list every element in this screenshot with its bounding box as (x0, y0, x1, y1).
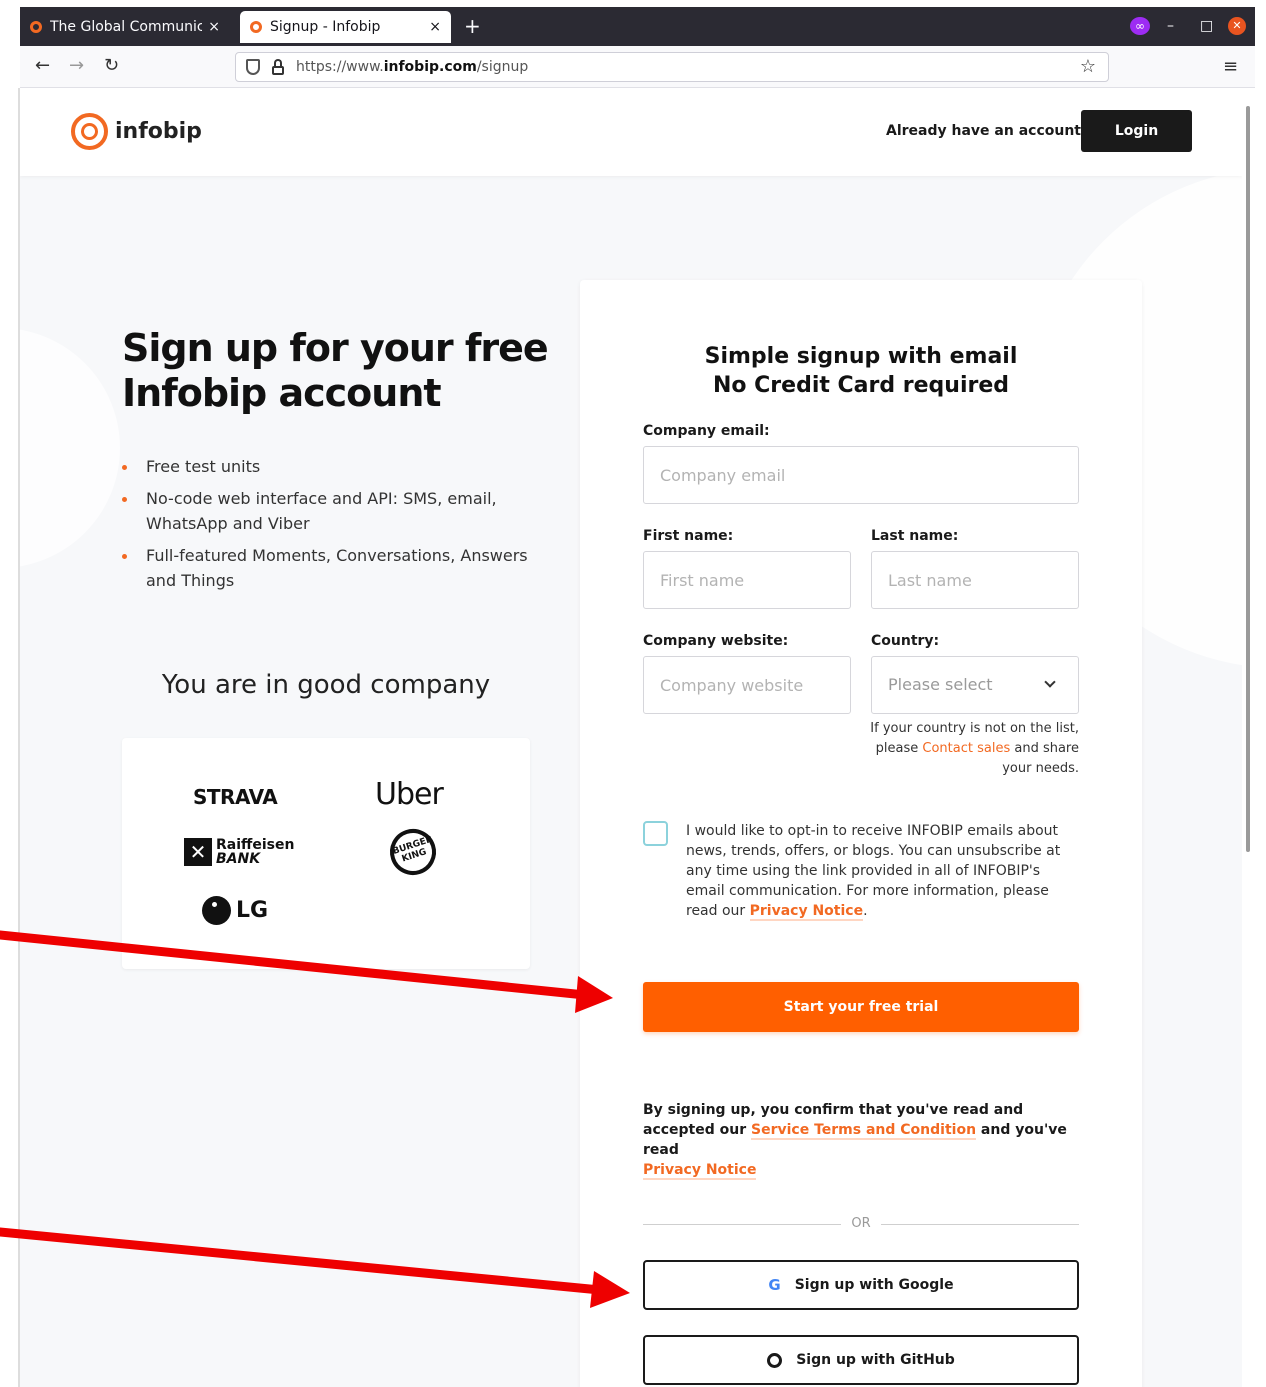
uber-logo: Uber (375, 777, 444, 812)
last-name-field[interactable] (871, 551, 1079, 609)
tab-title: The Global Communicatio (50, 19, 203, 35)
feature-item: No-code web interface and API: SMS, emai… (122, 486, 562, 536)
company-email-input[interactable] (644, 447, 1078, 503)
privacy-notice-link[interactable]: Privacy Notice (643, 1162, 757, 1180)
first-name-field[interactable] (643, 551, 851, 609)
background-shape (20, 328, 120, 568)
infobip-logo-icon (71, 113, 108, 150)
service-terms-link[interactable]: Service Terms and Condition (751, 1122, 977, 1140)
tab-signup-infobip[interactable]: Signup - Infobip × (240, 11, 451, 43)
minimize-icon[interactable]: – (1167, 17, 1174, 35)
first-name-label: First name: (643, 528, 734, 544)
company-email-label: Company email: (643, 423, 770, 439)
feature-list: Free test units No-code web interface an… (122, 454, 562, 600)
optin-checkbox[interactable] (643, 821, 668, 846)
github-signup-button[interactable]: Sign up with GitHub (643, 1335, 1079, 1385)
feature-item: Free test units (122, 454, 562, 479)
google-signup-label: Sign up with Google (794, 1277, 954, 1293)
github-icon (767, 1352, 783, 1368)
lg-logo: LG (202, 896, 268, 925)
good-company-heading: You are in good company (161, 670, 491, 700)
terms-text: By signing up, you confirm that you've r… (643, 1102, 1067, 1180)
feature-item: Full-featured Moments, Conversations, An… (122, 543, 562, 593)
github-signup-label: Sign up with GitHub (796, 1352, 955, 1368)
forward-arrow-icon[interactable]: → (69, 56, 84, 76)
url-bar[interactable]: https://www.infobip.com/signup ☆ (235, 52, 1109, 82)
browser-nav-bar: ← → ↻ https://www.infobip.com/signup ☆ ≡ (20, 46, 1255, 88)
customer-logos: STRAVA Uber ✕ Raiffeisen BANK BURGER KING… (122, 738, 530, 969)
have-account-text: Already have an account? (886, 123, 1090, 139)
lg-face-icon (202, 896, 231, 925)
contact-sales-link[interactable]: Contact sales (922, 741, 1010, 756)
company-website-input[interactable] (644, 657, 850, 713)
google-signup-button[interactable]: G Sign up with Google (643, 1260, 1079, 1310)
infobip-favicon-icon (250, 21, 262, 33)
start-free-trial-button[interactable]: Start your free trial (643, 982, 1079, 1032)
raiffeisen-cross-icon: ✕ (184, 838, 212, 866)
site-header: infobip Already have an account? Login (20, 88, 1242, 176)
company-website-field[interactable] (643, 656, 851, 714)
strava-logo: STRAVA (193, 785, 278, 809)
infobip-logo[interactable]: infobip (71, 113, 202, 150)
back-arrow-icon[interactable]: ← (35, 56, 50, 76)
hamburger-menu-icon[interactable]: ≡ (1223, 56, 1238, 77)
tab-global-communications[interactable]: The Global Communicatio × (20, 11, 230, 43)
reload-icon[interactable]: ↻ (104, 56, 119, 76)
browser-tab-bar: The Global Communicatio × Signup - Infob… (20, 7, 1255, 46)
private-mask-icon[interactable]: ∞ (1130, 17, 1150, 35)
google-icon: G (768, 1276, 781, 1294)
logo-text: infobip (115, 119, 202, 144)
hero-title: Sign up for your free Infobip account (122, 326, 549, 415)
first-name-input[interactable] (644, 552, 850, 608)
infobip-favicon-icon (30, 21, 42, 33)
tab-close-icon[interactable]: × (429, 19, 441, 35)
privacy-notice-link[interactable]: Privacy Notice (749, 903, 864, 921)
burger-king-logo: BURGER KING (384, 823, 442, 881)
login-button[interactable]: Login (1081, 110, 1192, 152)
page: infobip Already have an account? Login S… (20, 88, 1242, 1387)
optin-text: I would like to opt-in to receive INFOBI… (686, 823, 1061, 921)
country-label: Country: (871, 633, 940, 649)
company-email-field[interactable] (643, 446, 1079, 504)
company-website-label: Company website: (643, 633, 789, 649)
last-name-input[interactable] (872, 552, 1078, 608)
signup-form-card: Simple signup with email No Credit Card … (580, 280, 1142, 1387)
form-title: Simple signup with email No Credit Card … (704, 344, 1018, 398)
url-text[interactable]: https://www.infobip.com/signup (296, 59, 528, 76)
country-select-value: Please select (888, 675, 993, 694)
scrollbar-thumb[interactable] (1246, 106, 1250, 852)
window-close-icon[interactable]: ✕ (1228, 17, 1246, 35)
maximize-icon[interactable]: □ (1200, 17, 1213, 35)
tab-close-icon[interactable]: × (208, 19, 220, 35)
chevron-down-icon (1044, 676, 1056, 688)
last-name-label: Last name: (871, 528, 959, 544)
lock-icon[interactable] (272, 59, 284, 75)
new-tab-button[interactable]: + (464, 15, 481, 37)
shield-icon[interactable] (246, 59, 260, 75)
country-select[interactable]: Please select (871, 656, 1079, 714)
tab-title: Signup - Infobip (270, 19, 381, 35)
country-note: If your country is not on the list, plea… (870, 721, 1079, 776)
or-divider: OR (643, 1214, 1079, 1234)
raiffeisen-logo: ✕ Raiffeisen BANK (184, 838, 294, 866)
star-icon[interactable]: ☆ (1080, 56, 1096, 77)
scrollbar[interactable] (1242, 88, 1255, 1387)
